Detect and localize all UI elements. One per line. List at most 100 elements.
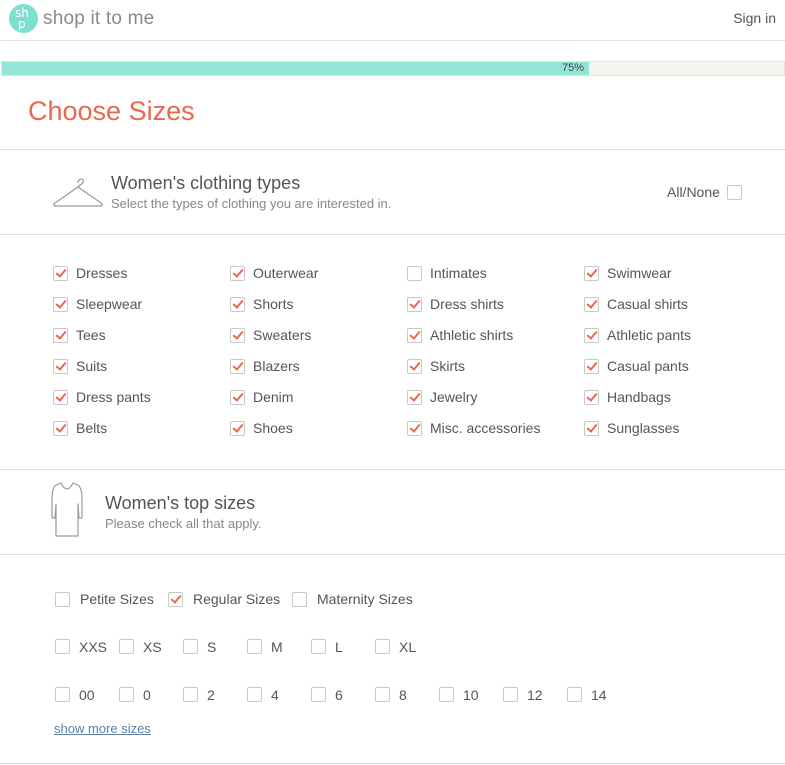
size-num-8-checkbox[interactable] — [375, 687, 390, 702]
size-xs-checkbox[interactable] — [119, 639, 134, 654]
size-num-12-label[interactable]: 12 — [527, 687, 543, 703]
size-num-4-checkbox[interactable] — [247, 687, 262, 702]
size-l-checkbox[interactable] — [311, 639, 326, 654]
size-num-2-label[interactable]: 2 — [207, 687, 215, 703]
size-xxs-label[interactable]: XXS — [79, 639, 107, 655]
clothing-denim-label[interactable]: Denim — [253, 389, 293, 405]
size-xs-label[interactable]: XS — [143, 639, 162, 655]
size-num-00-checkbox[interactable] — [55, 687, 70, 702]
size-num-10-label[interactable]: 10 — [463, 687, 479, 703]
clothing-belts-checkbox[interactable] — [53, 421, 68, 436]
clothing-intimates-checkbox[interactable] — [407, 266, 422, 281]
top-sizes-title: Women's top sizes — [105, 493, 256, 513]
clothing-dresses-label[interactable]: Dresses — [76, 265, 127, 281]
clothing-suits-label[interactable]: Suits — [76, 358, 107, 374]
clothing-suits-checkbox[interactable] — [53, 359, 68, 374]
clothing-dress-shirts-checkbox[interactable] — [407, 297, 422, 312]
clothing-shorts-checkbox[interactable] — [230, 297, 245, 312]
size-category-petite-sizes-label[interactable]: Petite Sizes — [80, 591, 154, 607]
clothing-shoes-label[interactable]: Shoes — [253, 420, 293, 436]
size-num-6-checkbox[interactable] — [311, 687, 326, 702]
size-num-12-checkbox[interactable] — [503, 687, 518, 702]
size-s-label[interactable]: S — [207, 639, 216, 655]
clothing-casual-shirts-label[interactable]: Casual shirts — [607, 296, 688, 312]
clothing-sunglasses-checkbox[interactable] — [584, 421, 599, 436]
clothing-types-title: Women's clothing types — [111, 173, 301, 193]
clothing-dress-pants-checkbox[interactable] — [53, 390, 68, 405]
size-category-maternity-sizes-label[interactable]: Maternity Sizes — [317, 591, 413, 607]
clothing-skirts-checkbox[interactable] — [407, 359, 422, 374]
clothing-blazers-label[interactable]: Blazers — [253, 358, 300, 374]
clothing-handbags-checkbox[interactable] — [584, 390, 599, 405]
clothing-casual-pants-label[interactable]: Casual pants — [607, 358, 689, 374]
size-category-regular-sizes-label[interactable]: Regular Sizes — [193, 591, 280, 607]
progress-fill — [2, 62, 589, 75]
page-title: Choose Sizes — [28, 96, 195, 126]
site-header: sh p shop it to me Sign in — [0, 0, 785, 41]
clothing-belts-label[interactable]: Belts — [76, 420, 107, 436]
clothing-skirts-label[interactable]: Skirts — [430, 358, 465, 374]
clothing-shoes-checkbox[interactable] — [230, 421, 245, 436]
clothing-denim-checkbox[interactable] — [230, 390, 245, 405]
clothing-handbags-label[interactable]: Handbags — [607, 389, 671, 405]
all-none-checkbox[interactable] — [727, 185, 742, 200]
size-num-4-label[interactable]: 4 — [271, 687, 279, 703]
logo-letters-bottom: p — [18, 17, 26, 31]
divider — [0, 149, 785, 150]
clothing-swimwear-checkbox[interactable] — [584, 266, 599, 281]
size-xl-label[interactable]: XL — [399, 639, 416, 655]
clothing-shorts-label[interactable]: Shorts — [253, 296, 293, 312]
size-s-checkbox[interactable] — [183, 639, 198, 654]
size-l-label[interactable]: L — [335, 639, 343, 655]
clothing-sleepwear-label[interactable]: Sleepwear — [76, 296, 142, 312]
size-num-14-checkbox[interactable] — [567, 687, 582, 702]
size-num-2-checkbox[interactable] — [183, 687, 198, 702]
clothing-misc-accessories-label[interactable]: Misc. accessories — [430, 420, 540, 436]
clothing-dress-shirts-label[interactable]: Dress shirts — [430, 296, 504, 312]
clothing-misc-accessories-checkbox[interactable] — [407, 421, 422, 436]
clothing-dress-pants-label[interactable]: Dress pants — [76, 389, 151, 405]
clothing-athletic-pants-checkbox[interactable] — [584, 328, 599, 343]
clothing-intimates-label[interactable]: Intimates — [430, 265, 487, 281]
size-m-label[interactable]: M — [271, 639, 283, 655]
clothing-blazers-checkbox[interactable] — [230, 359, 245, 374]
clothing-tees-checkbox[interactable] — [53, 328, 68, 343]
logo-icon[interactable]: sh p — [9, 4, 38, 33]
divider — [0, 469, 785, 470]
size-num-6-label[interactable]: 6 — [335, 687, 343, 703]
all-none-label: All/None — [667, 184, 720, 200]
clothing-sleepwear-checkbox[interactable] — [53, 297, 68, 312]
clothing-tees-label[interactable]: Tees — [76, 327, 106, 343]
size-num-0-checkbox[interactable] — [119, 687, 134, 702]
size-category-regular-sizes-checkbox[interactable] — [168, 592, 183, 607]
size-category-petite-sizes-checkbox[interactable] — [55, 592, 70, 607]
progress-bar: 75% — [1, 61, 785, 76]
size-num-10-checkbox[interactable] — [439, 687, 454, 702]
clothing-dresses-checkbox[interactable] — [53, 266, 68, 281]
clothing-outerwear-checkbox[interactable] — [230, 266, 245, 281]
clothing-outerwear-label[interactable]: Outerwear — [253, 265, 318, 281]
clothing-athletic-pants-label[interactable]: Athletic pants — [607, 327, 691, 343]
clothing-athletic-shirts-checkbox[interactable] — [407, 328, 422, 343]
show-more-sizes-link[interactable]: show more sizes — [54, 721, 151, 736]
clothing-sweaters-label[interactable]: Sweaters — [253, 327, 311, 343]
size-xxs-checkbox[interactable] — [55, 639, 70, 654]
hanger-icon — [53, 178, 103, 207]
clothing-casual-shirts-checkbox[interactable] — [584, 297, 599, 312]
clothing-sunglasses-label[interactable]: Sunglasses — [607, 420, 679, 436]
size-xl-checkbox[interactable] — [375, 639, 390, 654]
clothing-casual-pants-checkbox[interactable] — [584, 359, 599, 374]
size-m-checkbox[interactable] — [247, 639, 262, 654]
size-num-8-label[interactable]: 8 — [399, 687, 407, 703]
clothing-athletic-shirts-label[interactable]: Athletic shirts — [430, 327, 513, 343]
clothing-sweaters-checkbox[interactable] — [230, 328, 245, 343]
size-num-14-label[interactable]: 14 — [591, 687, 607, 703]
clothing-jewelry-label[interactable]: Jewelry — [430, 389, 477, 405]
size-num-0-label[interactable]: 0 — [143, 687, 151, 703]
logo-text[interactable]: shop it to me — [43, 8, 154, 30]
size-num-00-label[interactable]: 00 — [79, 687, 95, 703]
clothing-jewelry-checkbox[interactable] — [407, 390, 422, 405]
clothing-swimwear-label[interactable]: Swimwear — [607, 265, 672, 281]
sign-in-link[interactable]: Sign in — [733, 10, 776, 26]
size-category-maternity-sizes-checkbox[interactable] — [292, 592, 307, 607]
